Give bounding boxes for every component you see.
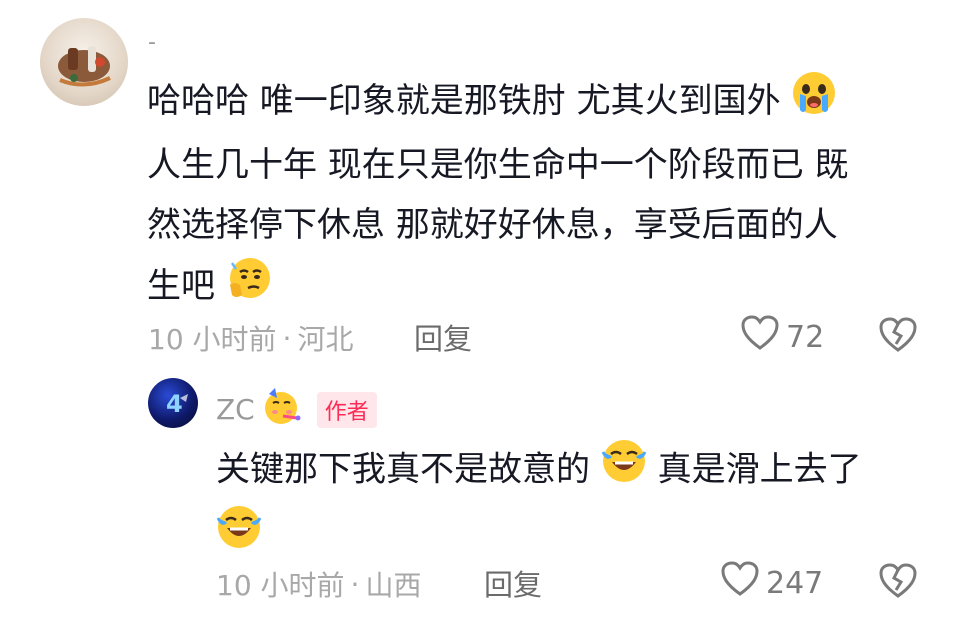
- comment-line-3: 然选择停下休息 那就好好休息，享受后面的人: [147, 205, 838, 245]
- reply-meta: 10 小时前 · 山西: [216, 564, 421, 604]
- svg-text:4: 4: [166, 390, 183, 418]
- reply-text: 关键那下我真不是故意的 真是滑上去了: [216, 438, 936, 570]
- comment-line-4: 生吧: [147, 266, 215, 306]
- like-count: 72: [786, 319, 825, 355]
- avatar[interactable]: [40, 18, 128, 106]
- reply-avatar[interactable]: 4: [148, 378, 198, 428]
- comment-username[interactable]: -: [148, 30, 156, 55]
- broken-heart-icon: [878, 563, 918, 604]
- reply-line-1: 关键那下我真不是故意的: [216, 449, 590, 490]
- reply-button[interactable]: 回复: [414, 316, 472, 358]
- dislike-button[interactable]: [878, 316, 918, 358]
- like-button[interactable]: 72: [740, 314, 824, 360]
- meta-separator: ·: [350, 567, 360, 601]
- laughing-crying-emoji: [216, 504, 262, 570]
- party-face-emoji: [261, 386, 301, 433]
- reply-location: 山西: [365, 569, 422, 602]
- broken-heart-icon: [878, 317, 918, 358]
- heart-icon: [720, 560, 760, 606]
- comment-line-1: 哈哈哈 唯一印象就是那铁肘 尤其火到国外: [147, 81, 781, 121]
- meta-separator: ·: [282, 321, 292, 355]
- comment-location: 河北: [297, 323, 354, 356]
- thinking-emoji: [226, 255, 272, 320]
- author-badge: 作者: [316, 391, 377, 428]
- comment-line-2: 人生几十年 现在只是你生命中一个阶段而已 既: [147, 145, 849, 185]
- reply-reply-button[interactable]: 回复: [484, 562, 542, 604]
- reply-like-button[interactable]: 247: [720, 560, 823, 606]
- comment-text: 哈哈哈 唯一印象就是那铁肘 尤其火到国外 人生几十年 现在只是你生命中一个阶段而…: [147, 70, 917, 320]
- heart-icon: [740, 314, 780, 360]
- reply-username[interactable]: ZC: [216, 393, 255, 426]
- reply-header: ZC 作者: [216, 386, 377, 433]
- crying-face-emoji: [791, 70, 837, 135]
- reply-time: 10 小时前: [216, 569, 345, 602]
- reply-like-count: 247: [766, 565, 824, 601]
- comment-meta: 10 小时前 · 河北: [148, 318, 353, 358]
- reply-dislike-button[interactable]: [878, 562, 918, 604]
- comment-time: 10 小时前: [148, 323, 277, 356]
- laughing-crying-emoji: [601, 438, 647, 504]
- reply-line-1-tail: 真是滑上去了: [657, 449, 862, 490]
